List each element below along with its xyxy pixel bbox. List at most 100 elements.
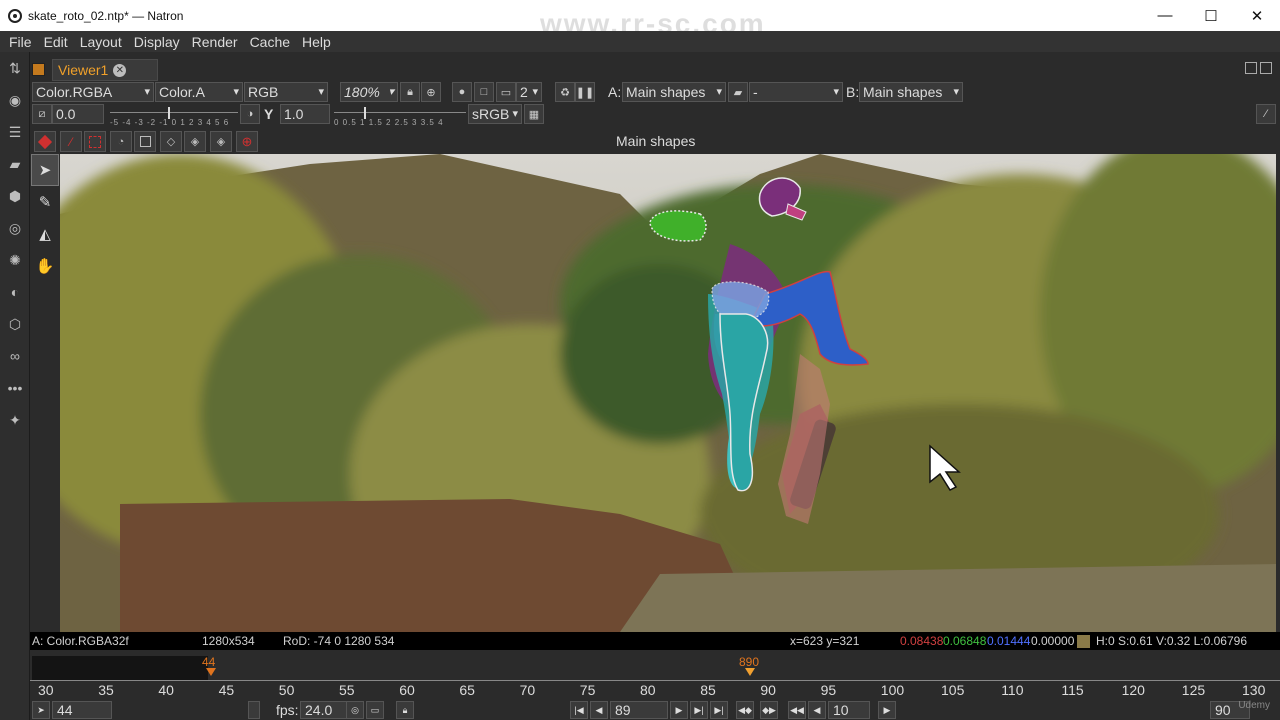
transform-nodes-icon[interactable]: ⬡: [0, 308, 30, 340]
image-nodes-icon[interactable]: ⇅: [0, 52, 30, 84]
udemy-watermark: Udemy: [1238, 700, 1270, 711]
skip-forward-button[interactable]: ▶: [878, 701, 896, 719]
fps-field[interactable]: 24.0: [300, 701, 352, 719]
lock-frame-icon[interactable]: 🔒︎: [396, 701, 414, 719]
sync-icon[interactable]: ⊕: [421, 82, 441, 102]
natron-logo-icon: [8, 8, 22, 23]
gain-toggle-icon[interactable]: ⧄: [32, 104, 52, 124]
split-pane-icon[interactable]: [1245, 62, 1257, 74]
colorspace-select[interactable]: sRGB: [468, 104, 522, 124]
in-point-marker[interactable]: 44: [202, 655, 215, 669]
gamma-field[interactable]: 1.0: [280, 104, 330, 124]
time-nodes-icon[interactable]: ☰: [0, 116, 30, 148]
fps-lock-icon[interactable]: [248, 701, 260, 719]
proxy-level-select[interactable]: 2: [516, 82, 542, 102]
turbo-mode-icon[interactable]: ◎: [346, 701, 364, 719]
rewind-increment-button[interactable]: ◀◀: [788, 701, 806, 719]
proxy-icon[interactable]: ▭: [496, 82, 516, 102]
playhead-icon[interactable]: [745, 668, 755, 676]
paint-tool-icon[interactable]: ✋: [31, 250, 59, 282]
play-button[interactable]: ▶: [670, 701, 688, 719]
menu-help[interactable]: Help: [296, 34, 337, 50]
color-nodes-icon[interactable]: ⬢: [0, 180, 30, 212]
fps-label: fps:: [276, 702, 299, 718]
remove-keyframe-icon[interactable]: ◈: [210, 131, 232, 152]
filter-nodes-icon[interactable]: ◎: [0, 212, 30, 244]
set-in-point-icon[interactable]: ➤: [32, 701, 50, 719]
gain-field[interactable]: 0.0: [52, 104, 104, 124]
roi-icon[interactable]: □: [474, 82, 494, 102]
timeline-tick-label: 85: [700, 682, 716, 698]
float-pane-icon[interactable]: [32, 63, 45, 76]
reset-transform-icon[interactable]: ⊕: [236, 131, 258, 152]
prev-keyframe-button[interactable]: ◀◆: [736, 701, 754, 719]
current-frame-marker[interactable]: 890: [739, 655, 759, 669]
clip-to-project-icon[interactable]: ●: [452, 82, 472, 102]
ripple-edit-icon[interactable]: ◇: [160, 131, 182, 152]
next-frame-button[interactable]: ▶|: [690, 701, 708, 719]
next-keyframe-button[interactable]: ◆▶: [760, 701, 778, 719]
timeline-tick-label: 125: [1181, 682, 1206, 698]
playback-mode-icon[interactable]: ▭: [366, 701, 384, 719]
bbox-click-icon[interactable]: [134, 131, 156, 152]
refresh-icon[interactable]: ♻: [555, 82, 575, 102]
first-frame-field[interactable]: 44: [52, 701, 112, 719]
gamma-slider[interactable]: 0 0.5 1 1.5 2 2.5 3 3.5 4: [334, 104, 466, 127]
timeline-tick-label: 110: [1001, 682, 1024, 698]
menu-layout[interactable]: Layout: [74, 34, 128, 50]
add-points-tool-icon[interactable]: ✎: [31, 186, 59, 218]
menu-display[interactable]: Display: [128, 34, 186, 50]
input-a-select[interactable]: Main shapes: [622, 82, 726, 102]
info-alpha-value: 0.00000: [1031, 634, 1075, 648]
gain-slider[interactable]: -5 -4 -3 -2 -1 0 1 2 3 4 5 6: [110, 104, 238, 127]
menu-file[interactable]: File: [3, 34, 38, 50]
channel-nodes-icon[interactable]: ▰: [0, 148, 30, 180]
in-point-icon[interactable]: [206, 668, 216, 676]
merge-nodes-icon[interactable]: ◐: [0, 276, 30, 308]
roto-tools: ➤ ✎ ◭ ✋: [30, 154, 60, 634]
views-nodes-icon[interactable]: ∞: [0, 340, 30, 372]
maximize-button[interactable]: ☐: [1188, 0, 1234, 31]
tab-close-icon[interactable]: ✕: [113, 63, 127, 77]
menu-render[interactable]: Render: [186, 34, 244, 50]
close-button[interactable]: ✕: [1234, 0, 1280, 31]
minimize-button[interactable]: —: [1142, 0, 1188, 31]
feather-link-icon[interactable]: ⁄: [60, 131, 82, 152]
sticky-selection-icon[interactable]: ◔: [110, 131, 132, 152]
auto-keying-icon[interactable]: [34, 131, 56, 152]
tab-viewer1[interactable]: Viewer1 ✕: [52, 59, 158, 81]
bezier-tool-icon[interactable]: ◭: [31, 218, 59, 250]
color-picker-icon[interactable]: ⁄: [1256, 104, 1276, 124]
display-feather-icon[interactable]: [84, 131, 106, 152]
composite-select[interactable]: -: [749, 82, 843, 102]
lock-icon[interactable]: 🔒︎: [400, 82, 420, 102]
alpha-channel-select[interactable]: Color.A: [155, 82, 243, 102]
info-hsvl: H:0 S:0.61 V:0.32 L:0.06796: [1096, 634, 1248, 648]
checkerboard-icon[interactable]: ▦: [524, 104, 544, 124]
skip-back-button[interactable]: ◀: [808, 701, 826, 719]
draw-nodes-icon[interactable]: ◉: [0, 84, 30, 116]
current-frame-field[interactable]: 89: [610, 701, 668, 719]
pane-menu-icon[interactable]: [1260, 62, 1272, 74]
select-tool-icon[interactable]: ➤: [31, 154, 59, 186]
menu-cache[interactable]: Cache: [244, 34, 296, 50]
pause-icon[interactable]: ❚❚: [575, 82, 595, 102]
other-nodes-icon[interactable]: •••: [0, 372, 30, 404]
timeline-tick-label: 115: [1061, 682, 1084, 698]
add-keyframe-icon[interactable]: ◈: [184, 131, 206, 152]
first-frame-button[interactable]: |◀: [570, 701, 588, 719]
menu-edit[interactable]: Edit: [38, 34, 74, 50]
display-channels-select[interactable]: RGB: [244, 82, 328, 102]
timeline[interactable]: 44 890 30 35 40 45 50 55 60 65 70 75 80 85 90 95 100 10…: [30, 652, 1280, 698]
zoom-select[interactable]: 180%: [340, 82, 398, 102]
viewer-canvas[interactable]: [60, 154, 1276, 632]
keyer-nodes-icon[interactable]: ✺: [0, 244, 30, 276]
prev-frame-button[interactable]: ◀: [590, 701, 608, 719]
input-b-select[interactable]: Main shapes: [859, 82, 963, 102]
composite-icon[interactable]: ▰: [728, 82, 748, 102]
frame-increment-field[interactable]: 10: [828, 701, 870, 719]
plugins-nodes-icon[interactable]: ✦: [0, 404, 30, 436]
last-frame-button[interactable]: ▶|: [710, 701, 728, 719]
layer-select[interactable]: Color.RGBA: [32, 82, 154, 102]
auto-contrast-icon[interactable]: ◑: [240, 104, 260, 124]
